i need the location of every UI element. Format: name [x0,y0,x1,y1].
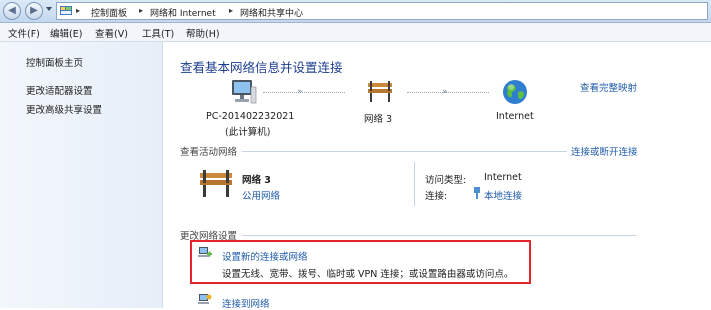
local-connection-link[interactable]: 本地连接 [484,188,522,202]
breadcrumb-control-panel[interactable]: 控制面板 [91,6,127,19]
section-divider [242,151,567,152]
breadcrumb-separator: ▸ [76,6,81,15]
connection-label: 连接: [425,191,448,202]
sidebar-item-change-adapter-settings[interactable]: 更改适配器设置 [26,83,93,97]
view-full-map-link[interactable]: 查看完整映射 [580,80,637,94]
menu-file[interactable]: 文件(F) [8,26,40,40]
network-bench-icon [200,170,232,197]
setup-new-connection-desc: 设置无线、宽带、拨号、临时或 VPN 连接；或设置路由器或访问点。 [222,269,514,280]
address-field[interactable]: ▸ 控制面板 ▸ 网络和 Internet ▸ 网络和共享中心 [56,2,708,20]
section-divider [242,235,636,236]
sidebar: 控制面板主页 更改适配器设置 更改高级共享设置 [0,42,163,308]
menu-edit[interactable]: 编辑(E) [50,26,82,40]
breadcrumb-separator: ▸ [229,6,234,15]
map-connector [263,92,345,93]
connect-to-network-icon [198,294,212,304]
recent-pages-dropdown-icon[interactable] [46,7,52,11]
menu-help[interactable]: 帮助(H) [186,26,220,40]
access-type-value: Internet [484,172,522,183]
map-connector-arrow: » [297,87,303,97]
sidebar-item-control-panel-home[interactable]: 控制面板主页 [26,55,83,69]
menu-bar: 文件(F) 编辑(E) 查看(V) 工具(T) 帮助(H) [0,23,711,42]
breadcrumb-network-sharing-center[interactable]: 网络和共享中心 [240,6,303,19]
map-connector [407,92,489,93]
network-type-link[interactable]: 公用网络 [242,188,280,202]
network-bench-icon [368,81,392,102]
new-connection-icon [198,247,212,257]
menu-tools[interactable]: 工具(T) [142,26,174,40]
connect-or-disconnect-link[interactable]: 连接或断开连接 [571,144,638,158]
menu-view[interactable]: 查看(V) [95,26,128,40]
access-type-label: 访问类型: [425,175,467,186]
setup-new-connection-link[interactable]: 设置新的连接或网络 [222,249,308,263]
address-bar: ◀ ▶ ▸ 控制面板 ▸ 网络和 Internet ▸ 网络和共享中心 [0,0,711,23]
forward-button[interactable]: ▶ [25,2,43,20]
breadcrumb-separator: ▸ [139,6,144,15]
breadcrumb-network-internet[interactable]: 网络和 Internet [150,6,216,19]
map-computer-sub: (此计算机) [225,127,271,138]
map-computer-name: PC-201402232021 [206,111,295,122]
section-divider [414,162,415,206]
computer-icon [232,80,257,104]
active-networks-heading: 查看活动网络 [180,147,238,158]
active-network-name: 网络 3 [242,175,271,186]
ethernet-plug-icon [474,187,480,199]
map-network-name: 网络 3 [364,114,393,125]
back-button[interactable]: ◀ [3,2,21,20]
page-title: 查看基本网络信息并设置连接 [180,60,343,75]
globe-icon [503,80,527,104]
map-connector-arrow: » [442,87,448,97]
map-internet-label: Internet [496,111,534,122]
sidebar-item-change-advanced-sharing[interactable]: 更改高级共享设置 [26,102,102,116]
control-panel-icon [60,6,72,15]
